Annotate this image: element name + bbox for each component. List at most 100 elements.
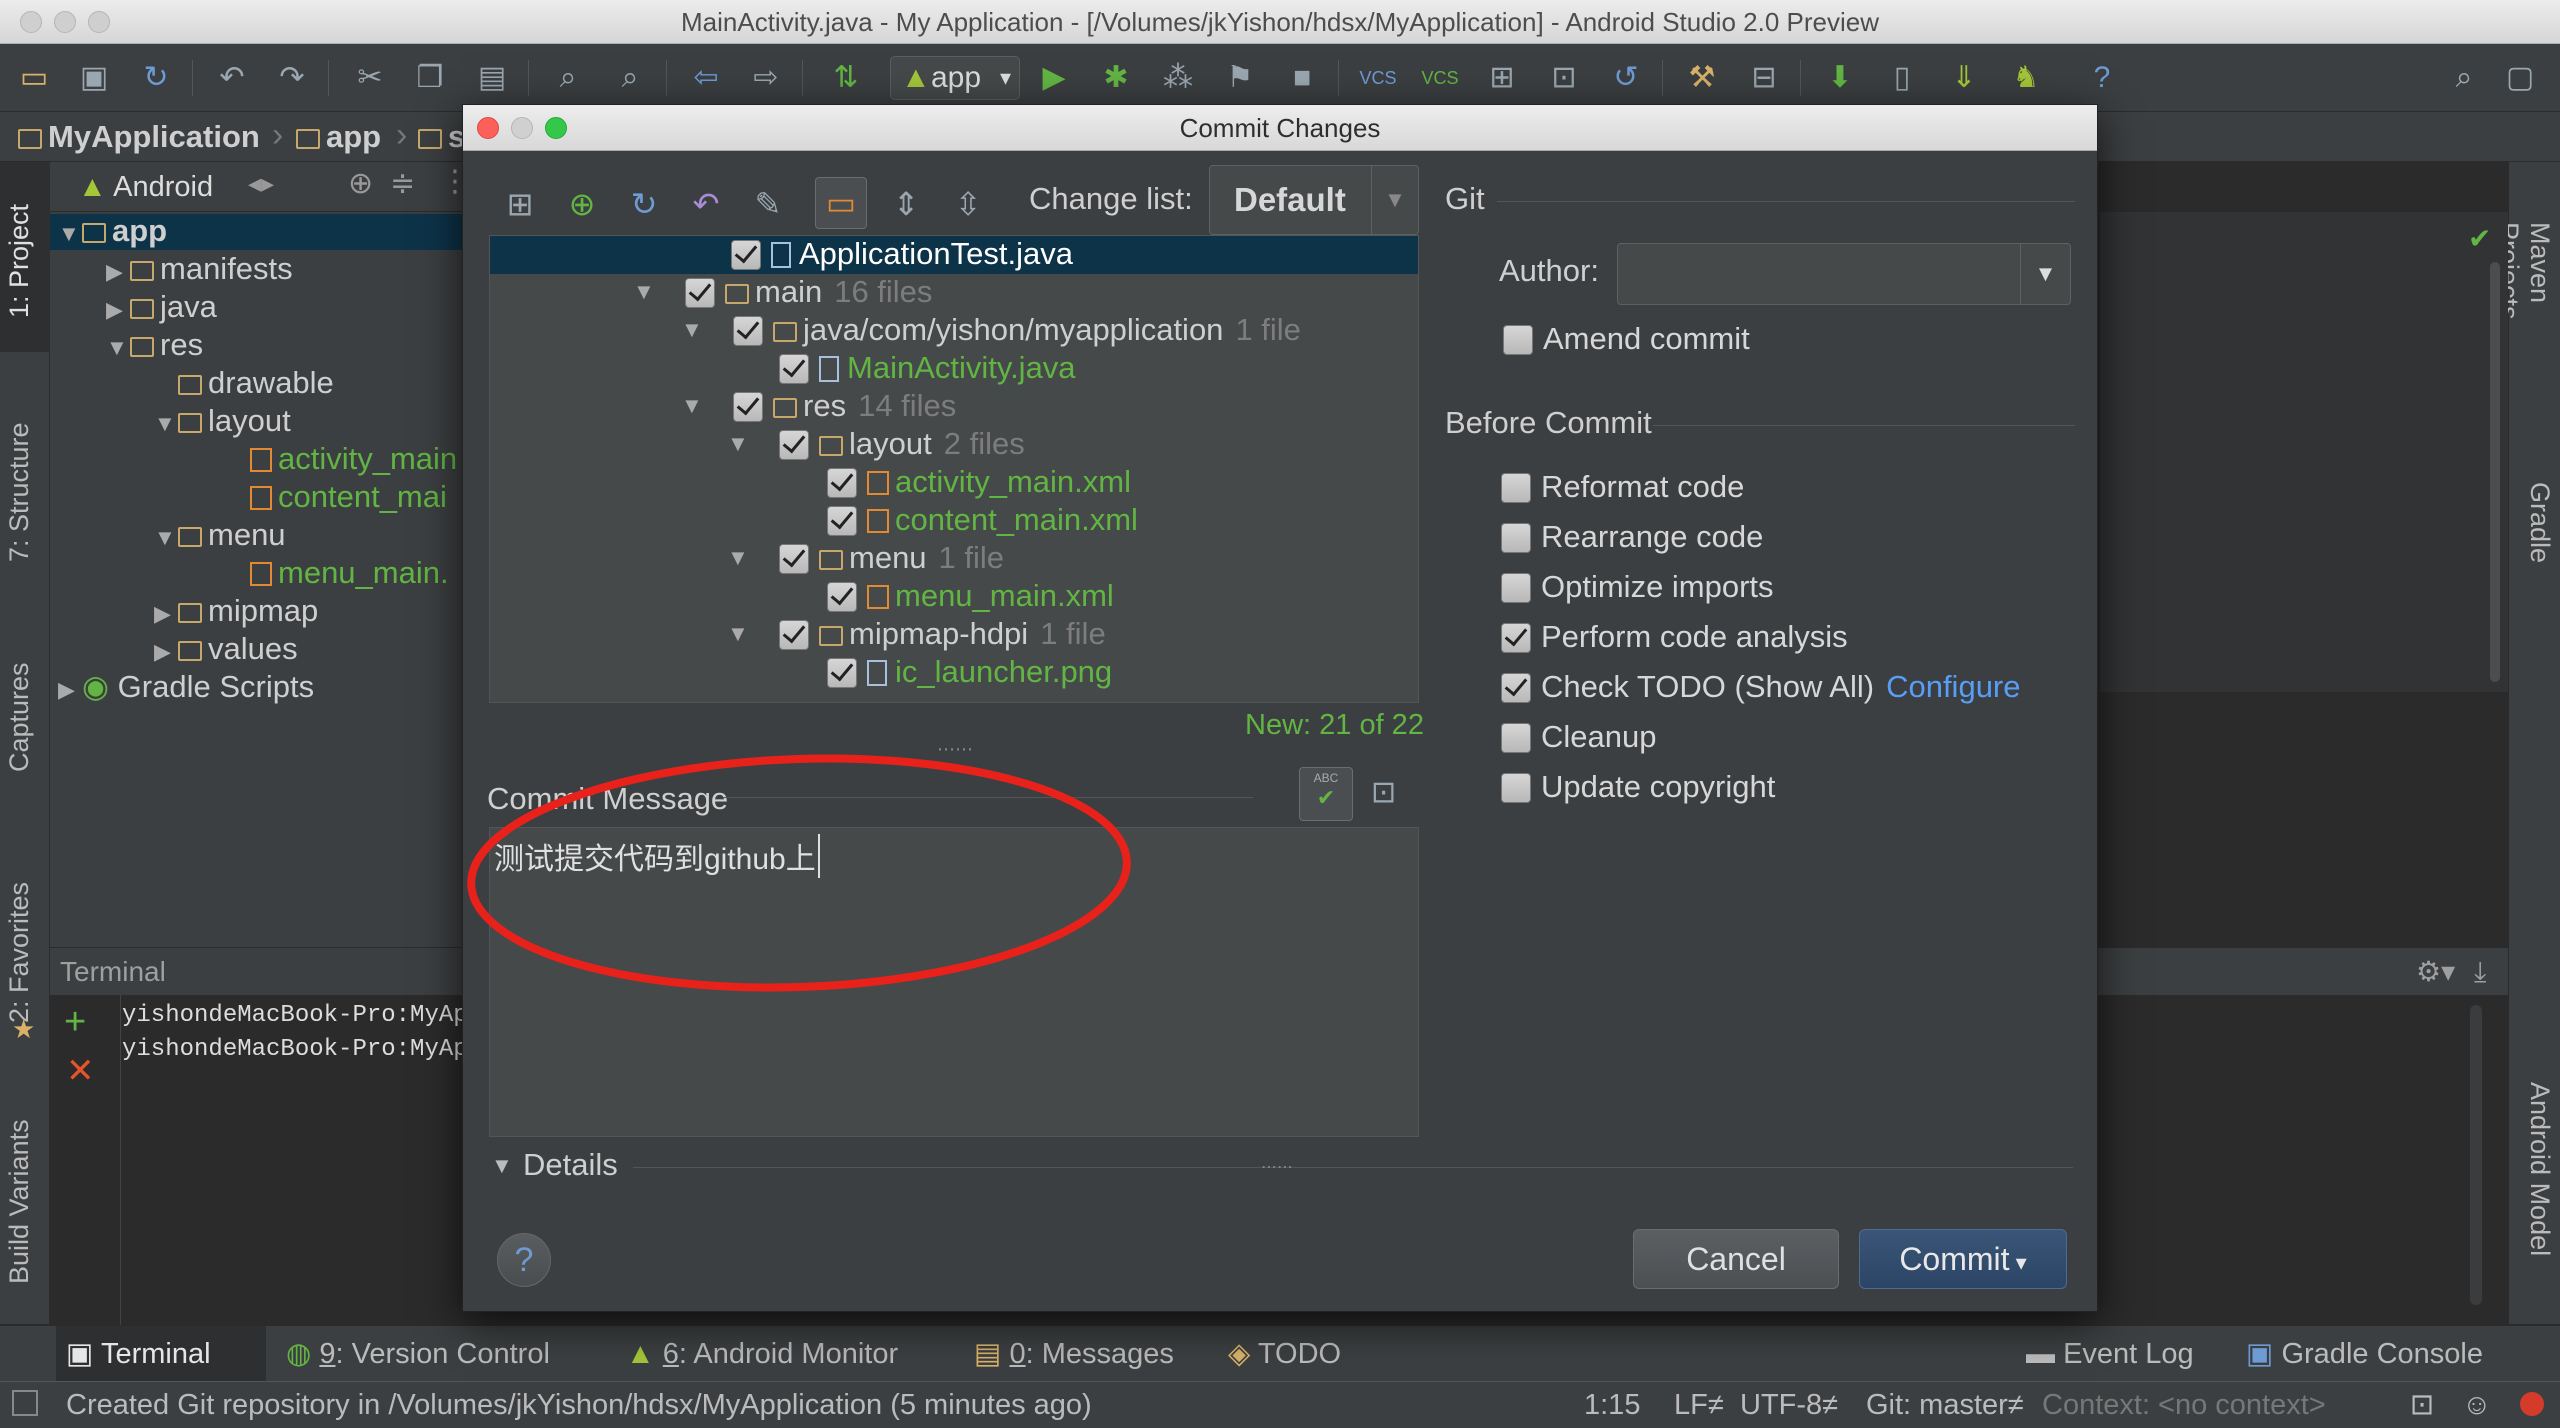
view-switch-icon[interactable]: ◂▸: [248, 168, 274, 199]
revert-icon[interactable]: ↶: [681, 179, 731, 229]
android-device-monitor-icon[interactable]: ♞: [2006, 58, 2046, 98]
expand-toggle-icon[interactable]: ▼: [727, 539, 749, 577]
tree-item-java[interactable]: ▶ java: [106, 288, 217, 326]
before-commit-option[interactable]: Update copyright: [1501, 767, 1775, 807]
tab-structure[interactable]: 7: Structure: [4, 392, 44, 592]
tab-todo[interactable]: ◈ TODO: [1218, 1326, 1351, 1382]
scroll-from-source-icon[interactable]: ⊕: [348, 166, 373, 201]
error-indicator-icon[interactable]: [2520, 1392, 2544, 1416]
changed-file-row[interactable]: ▼ res 14 files: [681, 387, 956, 425]
redo-icon[interactable]: ↷: [272, 58, 312, 98]
tab-android-model[interactable]: Android Model: [2515, 1082, 2555, 1312]
window-minimize-button[interactable]: [54, 11, 76, 33]
changed-file-row[interactable]: content_main.xml: [827, 501, 1138, 539]
author-combobox[interactable]: ▼: [1617, 243, 2071, 305]
debug-icon[interactable]: ✱: [1096, 58, 1136, 98]
tool-windows-toggle-icon[interactable]: [12, 1390, 38, 1416]
tree-item-mipmap[interactable]: ▶ mipmap: [154, 592, 318, 630]
breadcrumb-src[interactable]: s: [418, 118, 465, 156]
breadcrumb-module[interactable]: app: [296, 118, 381, 156]
terminal-scrollbar[interactable]: [2470, 1005, 2482, 1305]
tab-gradle[interactable]: Gradle: [2515, 482, 2555, 602]
paste-icon[interactable]: ▤: [472, 58, 512, 98]
expand-toggle-icon[interactable]: ▼: [633, 273, 655, 311]
tree-item-menu[interactable]: ▼ menu: [154, 516, 286, 554]
changed-file-row[interactable]: ▼ main 16 files: [633, 273, 932, 311]
dialog-zoom-button[interactable]: [545, 117, 567, 139]
undo-icon[interactable]: ↶: [212, 58, 252, 98]
search-everywhere-icon[interactable]: ⌕: [2444, 58, 2484, 98]
changed-file-row[interactable]: menu_main.xml: [827, 577, 1114, 615]
move-to-changelist-icon[interactable]: ⊕: [557, 179, 607, 229]
tab-gradle-console[interactable]: ▣ Gradle Console: [2236, 1326, 2493, 1382]
attach-debugger-icon[interactable]: ⁂: [1158, 58, 1198, 98]
stop-icon[interactable]: ■: [1282, 58, 1322, 98]
vcs-commit-icon[interactable]: VCS: [1420, 58, 1460, 98]
tab-captures[interactable]: Captures: [4, 632, 44, 802]
changed-file-row[interactable]: ApplicationTest.java: [731, 235, 1073, 273]
vcs-branch[interactable]: Git: master≠: [1866, 1382, 2024, 1428]
cut-icon[interactable]: ✂: [350, 58, 390, 98]
file-include-checkbox[interactable]: [779, 354, 809, 384]
expand-toggle-icon[interactable]: ▼: [681, 311, 703, 349]
forward-icon[interactable]: ⇨: [746, 58, 786, 98]
avd-manager-icon[interactable]: ▯: [1882, 58, 1922, 98]
changed-file-row[interactable]: ic_launcher.png: [827, 653, 1112, 691]
window-zoom-button[interactable]: [88, 11, 110, 33]
vcs-compare-icon[interactable]: ⊞: [1482, 58, 1522, 98]
show-diff-icon[interactable]: ⊞: [495, 179, 545, 229]
spellcheck-icon[interactable]: ABC ✔: [1299, 767, 1353, 821]
file-include-checkbox[interactable]: [827, 658, 857, 688]
expand-toggle-icon[interactable]: ▼: [727, 425, 749, 463]
new-session-icon[interactable]: +: [64, 1001, 86, 1044]
expand-all-icon[interactable]: ⇕: [881, 179, 931, 229]
tree-item-menu-main[interactable]: menu_main.: [250, 554, 449, 592]
run-configuration-select[interactable]: ▲ app ▾: [890, 56, 1020, 100]
collapse-all-icon[interactable]: ≑: [390, 166, 415, 201]
details-label[interactable]: Details: [523, 1147, 618, 1183]
file-include-checkbox[interactable]: [779, 544, 809, 574]
back-icon[interactable]: ⇦: [686, 58, 726, 98]
tree-item-activity-main[interactable]: activity_main: [250, 440, 457, 478]
file-encoding[interactable]: UTF-8≠: [1740, 1382, 1838, 1428]
sync-icon[interactable]: ↻: [136, 58, 176, 98]
close-session-icon[interactable]: ✕: [66, 1051, 95, 1091]
option-checkbox[interactable]: [1501, 573, 1531, 603]
configure-link[interactable]: Configure: [1886, 669, 2020, 704]
tree-item-gradle-scripts[interactable]: ▶ ◉ Gradle Scripts: [58, 668, 314, 706]
splitter-handle-icon[interactable]: ⋯⋯: [1261, 1157, 1293, 1177]
file-include-checkbox[interactable]: [827, 468, 857, 498]
file-include-checkbox[interactable]: [779, 430, 809, 460]
gradle-sync-icon[interactable]: ⬇: [1820, 58, 1860, 98]
tab-build-variants[interactable]: Build Variants: [4, 1092, 44, 1312]
file-include-checkbox[interactable]: [827, 582, 857, 612]
project-structure-icon[interactable]: ⚒: [1682, 58, 1722, 98]
help-icon[interactable]: ?: [2082, 58, 2122, 98]
tree-item-values[interactable]: ▶ values: [154, 630, 298, 668]
apply-changes-icon[interactable]: ⚑: [1220, 58, 1260, 98]
tab-event-log[interactable]: ▬ Event Log: [2016, 1326, 2204, 1382]
open-folder-icon[interactable]: ▭: [14, 58, 54, 98]
chevron-down-icon[interactable]: ▼: [2020, 244, 2070, 304]
option-checkbox[interactable]: [1501, 523, 1531, 553]
context-indicator[interactable]: Context: <no context>: [2042, 1382, 2326, 1428]
tree-item-app[interactable]: ▼ app: [58, 212, 167, 250]
project-view-select[interactable]: ▲ Android: [78, 168, 213, 206]
expand-toggle-icon[interactable]: ▼: [727, 615, 749, 653]
file-include-checkbox[interactable]: [731, 240, 761, 270]
make-project-icon[interactable]: ⇅: [826, 58, 866, 98]
changed-file-row[interactable]: MainActivity.java: [779, 349, 1076, 387]
layout-icon[interactable]: ▢: [2500, 58, 2540, 98]
group-by-directory-icon[interactable]: ▭: [815, 177, 867, 229]
before-commit-option[interactable]: Optimize imports: [1501, 567, 1774, 607]
window-close-button[interactable]: [20, 11, 42, 33]
file-include-checkbox[interactable]: [733, 316, 763, 346]
sdk-icon[interactable]: ⇓: [1944, 58, 1984, 98]
find-icon[interactable]: ⌕: [548, 58, 588, 98]
refresh-icon[interactable]: ↻: [619, 179, 669, 229]
change-list-select[interactable]: Default ▼: [1209, 165, 1419, 235]
file-include-checkbox[interactable]: [733, 392, 763, 422]
run-icon[interactable]: ▶: [1034, 58, 1074, 98]
before-commit-option[interactable]: Check TODO (Show All) Configure: [1501, 667, 2021, 707]
tree-item-content-main[interactable]: content_mai: [250, 478, 447, 516]
